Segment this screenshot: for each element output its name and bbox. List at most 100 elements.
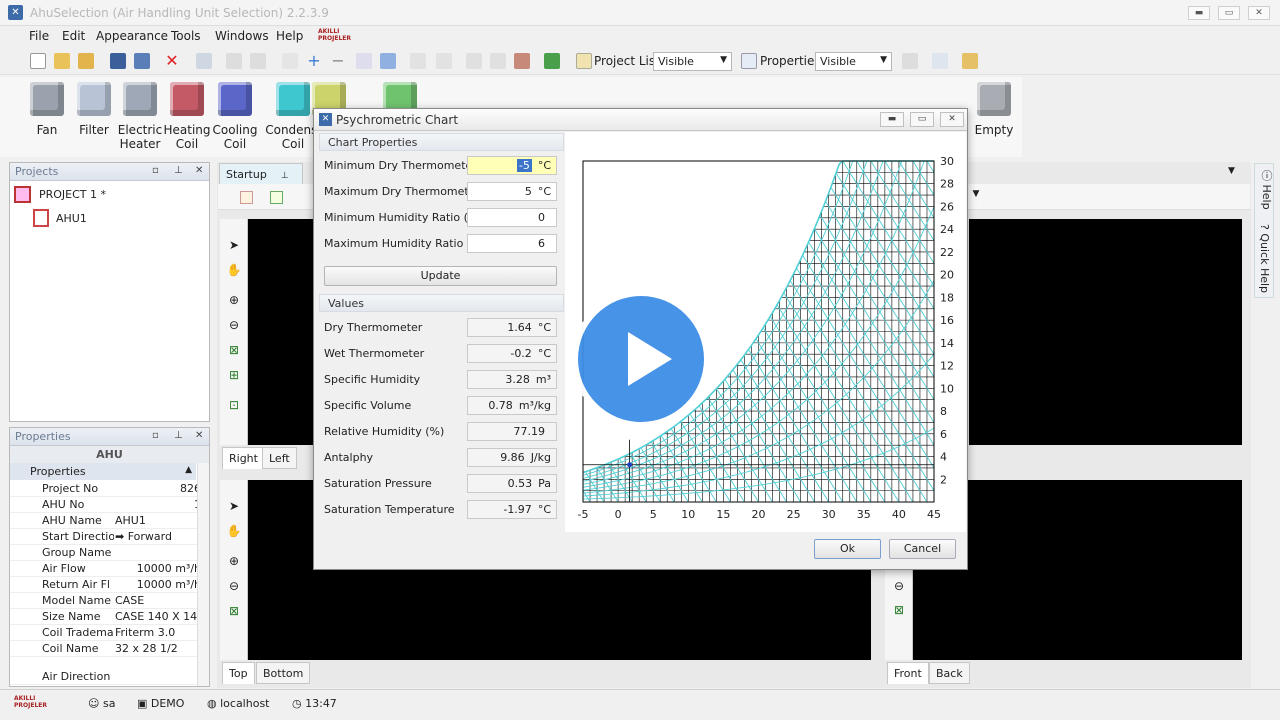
zoom-out-icon[interactable]: ⊖ xyxy=(226,578,242,594)
property-input[interactable]: 0 xyxy=(467,208,557,227)
distribute-icon[interactable] xyxy=(436,53,452,69)
delete-icon[interactable]: ✕ xyxy=(164,53,180,69)
property-value[interactable]: 10000 m³/h xyxy=(115,578,201,591)
property-row[interactable]: Start Directio ➡ Forward xyxy=(10,529,209,545)
page-icon[interactable] xyxy=(466,53,482,69)
property-value[interactable]: ➡ Forward xyxy=(115,530,201,543)
property-input[interactable]: 5 °C xyxy=(467,182,557,201)
ribbon-item-icon[interactable] xyxy=(30,82,64,116)
calculate-icon[interactable] xyxy=(544,53,560,69)
property-value[interactable]: 1 xyxy=(115,498,201,511)
close-button[interactable]: ✕ xyxy=(1248,6,1270,20)
property-row[interactable]: Project No 826 xyxy=(10,481,209,497)
ribbon-item-icon[interactable] xyxy=(170,82,204,116)
property-value[interactable]: CASE xyxy=(115,594,201,607)
print-icon[interactable] xyxy=(490,53,506,69)
menu-tools[interactable]: Tools xyxy=(171,29,201,43)
property-value[interactable]: AHU1 xyxy=(115,514,201,527)
zoom-in-icon[interactable]: ⊕ xyxy=(226,292,242,308)
tab-startup[interactable]: Startup ⊥ xyxy=(219,163,303,185)
viewport-left[interactable] xyxy=(969,219,1242,445)
zoom-out-icon[interactable]: ⊖ xyxy=(891,578,907,594)
zoom-fit-icon[interactable]: ⊠ xyxy=(891,602,907,618)
tree-project[interactable]: PROJECT 1 * xyxy=(39,188,106,201)
save-all-icon[interactable] xyxy=(134,53,150,69)
dialog-close-button[interactable]: ✕ xyxy=(940,112,964,127)
viewport-right[interactable] xyxy=(248,219,314,445)
zoom-fit-icon[interactable]: ⊠ xyxy=(226,603,242,619)
ribbon-item-icon[interactable] xyxy=(123,82,157,116)
help-tab[interactable]: ⓘ Help xyxy=(1258,170,1274,210)
tab-left[interactable]: Left xyxy=(262,447,297,469)
view-icon[interactable] xyxy=(240,191,253,204)
add-icon[interactable]: + xyxy=(306,53,322,69)
duplicate-icon[interactable] xyxy=(356,53,372,69)
empty-section-icon[interactable] xyxy=(977,82,1011,116)
ok-button[interactable]: Ok xyxy=(814,539,881,559)
tab-top[interactable]: Top xyxy=(222,662,255,684)
ribbon-item-icon[interactable] xyxy=(77,82,111,116)
insert-icon[interactable] xyxy=(380,53,396,69)
report-icon[interactable] xyxy=(514,53,530,69)
property-row[interactable]: Group Name xyxy=(10,545,209,561)
tab-right[interactable]: Right xyxy=(222,447,265,469)
tab-front[interactable]: Front xyxy=(887,662,929,684)
zoom-out-icon[interactable]: ⊖ xyxy=(226,317,242,333)
property-row[interactable]: AHU No 1 xyxy=(10,497,209,513)
property-row[interactable]: Air Direction xyxy=(10,669,209,685)
maximize-button[interactable]: ▭ xyxy=(1218,6,1240,20)
ribbon-item-label[interactable]: Cooling Coil xyxy=(205,123,265,151)
open-folder-icon[interactable] xyxy=(54,53,70,69)
property-value[interactable]: 826 xyxy=(115,482,201,495)
collapse-icon[interactable]: ▲ xyxy=(185,465,192,475)
property-row[interactable]: AHU Name AHU1 xyxy=(10,513,209,529)
fit-icon[interactable] xyxy=(270,191,283,204)
minimize-button[interactable]: ▬ xyxy=(1188,6,1210,20)
pin-icon[interactable]: ⊥ xyxy=(174,430,183,441)
new-file-icon[interactable] xyxy=(30,53,46,69)
update-button[interactable]: Update xyxy=(324,266,557,286)
property-row[interactable]: Model Name CASE xyxy=(10,593,209,609)
property-input[interactable]: 6 xyxy=(467,234,557,253)
property-value[interactable]: 32 x 28 1/2 xyxy=(115,642,201,655)
float-icon[interactable]: ▫ xyxy=(152,430,159,441)
close-icon[interactable]: ✕ xyxy=(195,430,203,441)
project-list-select[interactable]: Visible ▼ xyxy=(653,52,732,71)
menu-edit[interactable]: Edit xyxy=(62,29,85,43)
tree-ahu[interactable]: AHU1 xyxy=(56,212,87,225)
menu-windows[interactable]: Windows xyxy=(215,29,269,43)
tab-back[interactable]: Back xyxy=(929,662,970,684)
property-row[interactable]: Size Name CASE 140 X 140 xyxy=(10,609,209,625)
chevron-down-icon[interactable]: ▼ xyxy=(968,189,984,205)
zoom-in-icon[interactable]: ⊕ xyxy=(226,553,242,569)
zoom-extents-icon[interactable]: ⊞ xyxy=(226,367,242,383)
property-row[interactable]: Air Flow 10000 m³/h xyxy=(10,561,209,577)
remove-icon[interactable]: − xyxy=(330,53,346,69)
property-value[interactable]: CASE 140 X 140 xyxy=(115,610,201,623)
property-row[interactable]: Coil Tradema Friterm 3.0 xyxy=(10,625,209,641)
property-row[interactable]: Return Air Fl 10000 m³/h xyxy=(10,577,209,593)
menu-file[interactable]: File xyxy=(29,29,49,43)
pin-icon[interactable]: ⊥ xyxy=(281,171,289,181)
paste-icon[interactable] xyxy=(250,53,266,69)
settings-icon[interactable] xyxy=(902,53,918,69)
properties-group[interactable]: Properties ▲ xyxy=(10,463,196,480)
check-icon[interactable] xyxy=(282,53,298,69)
zoom-fit-icon[interactable]: ⊠ xyxy=(226,342,242,358)
menu-help[interactable]: Help xyxy=(276,29,303,43)
properties-scrollbar[interactable] xyxy=(197,463,209,686)
zoom-window-icon[interactable]: ⊡ xyxy=(226,397,242,413)
cut-icon[interactable] xyxy=(226,53,242,69)
dialog-minimize-button[interactable]: ▬ xyxy=(880,112,904,127)
menu-appearance[interactable]: Appearance xyxy=(96,29,168,43)
tools-icon[interactable] xyxy=(962,53,978,69)
pointer-icon[interactable]: ➤ xyxy=(226,498,242,514)
quick-help-tab[interactable]: ? Quick Help xyxy=(1258,224,1271,293)
pointer-icon[interactable]: ➤ xyxy=(226,237,242,253)
dialog-maximize-button[interactable]: ▭ xyxy=(910,112,934,127)
property-value[interactable]: Friterm 3.0 xyxy=(115,626,201,639)
float-icon[interactable]: ▫ xyxy=(152,165,159,176)
align-icon[interactable] xyxy=(410,53,426,69)
cancel-button[interactable]: Cancel xyxy=(889,539,956,559)
properties-select[interactable]: Visible ▼ xyxy=(815,52,892,71)
